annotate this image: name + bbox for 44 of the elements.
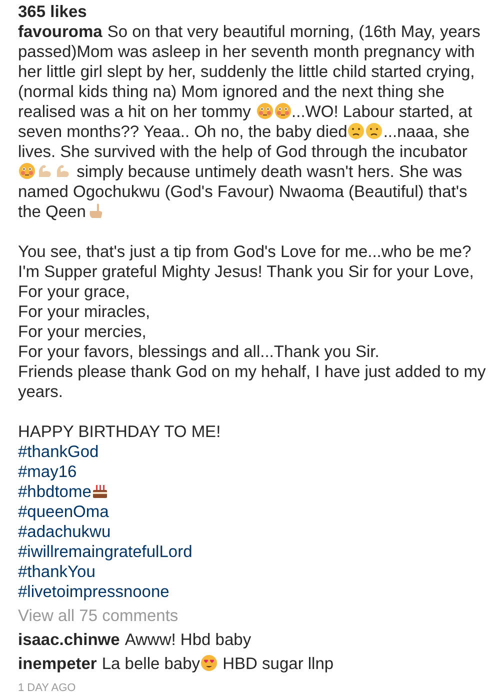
caption-text: ...naaa, she	[383, 123, 470, 141]
hashtag-link[interactable]: #thankYou	[18, 563, 96, 581]
caption-text: So on that very beautiful morning, (16th May, years	[107, 23, 480, 41]
caption-text: simply because untimely death wasn't hers. She was	[76, 163, 462, 181]
hashtag-link[interactable]: #iwillremaingratefulLord	[18, 543, 192, 561]
caption-text: the Qeen	[18, 203, 86, 221]
caption-text: lives. She survived with the help of God through the incubator	[18, 143, 468, 161]
username-link[interactable]: isaac.chinwe	[18, 631, 120, 649]
caption-text: For your favors, blessings and all...Thank you Sir.	[18, 343, 380, 361]
caption-text: La belle baby	[102, 655, 200, 673]
face-icon	[347, 122, 366, 140]
caption-text: (normal kids thing na) Mom ignored and the next thing she	[18, 83, 444, 101]
caption-text: For your grace,	[18, 283, 130, 301]
caption-text: HAPPY BIRTHDAY TO ME!	[18, 423, 221, 441]
face-icon	[18, 162, 36, 180]
caption-text: passed)Mom was asleep in her seventh month pregnancy with	[18, 43, 475, 61]
username-link[interactable]: favouroma	[18, 23, 102, 41]
hashtag-link[interactable]: #livetoimpressnoone	[18, 583, 170, 601]
caption-text: For your miracles,	[18, 303, 150, 321]
hashtag-link[interactable]: #adachukwu	[18, 523, 111, 541]
likes-count[interactable]: 365 likes	[18, 2, 486, 22]
username-link[interactable]: inempeter	[18, 655, 97, 673]
caption-text: Awww! Hbd baby	[124, 631, 252, 649]
face-icon	[200, 654, 218, 672]
caption-text: Friends please thank God on my hehalf, I have just added to my	[18, 363, 486, 381]
face-icon	[365, 122, 384, 140]
face-icon	[256, 102, 274, 120]
hashtag-link[interactable]: #queenOma	[18, 503, 109, 521]
face-icon	[274, 102, 292, 120]
caption-text: seven months?? Yeaa.. Oh no, the baby died	[18, 123, 348, 141]
post-time: 1 DAY AGO	[18, 681, 77, 696]
hashtag-link[interactable]: #thankGod	[18, 443, 99, 461]
caption-text: named Ogochukwu (God's Favour) Nwaoma (Beautiful) that's	[18, 183, 468, 201]
caption-text: years.	[18, 383, 63, 401]
caption-text: her little girl slept by her, suddenly the little child started crying,	[18, 63, 475, 81]
caption-text: HBD sugar llnp	[222, 655, 334, 673]
caption-text: For your mercies,	[18, 323, 146, 341]
caption-text: You see, that's just a tip from God's Love for me...who be me?	[18, 243, 472, 261]
caption-text: I'm Supper grateful Mighty Jesus! Thank you Sir for your Love,	[18, 263, 474, 281]
hashtag-link[interactable]: #hbdtome	[18, 483, 92, 501]
caption-text: ...WO! Labour started, at	[292, 103, 472, 121]
cake-icon	[91, 482, 110, 500]
caption-text: realised was a hit on her tommy	[18, 103, 252, 121]
hashtag-link[interactable]: #may16	[18, 463, 77, 481]
